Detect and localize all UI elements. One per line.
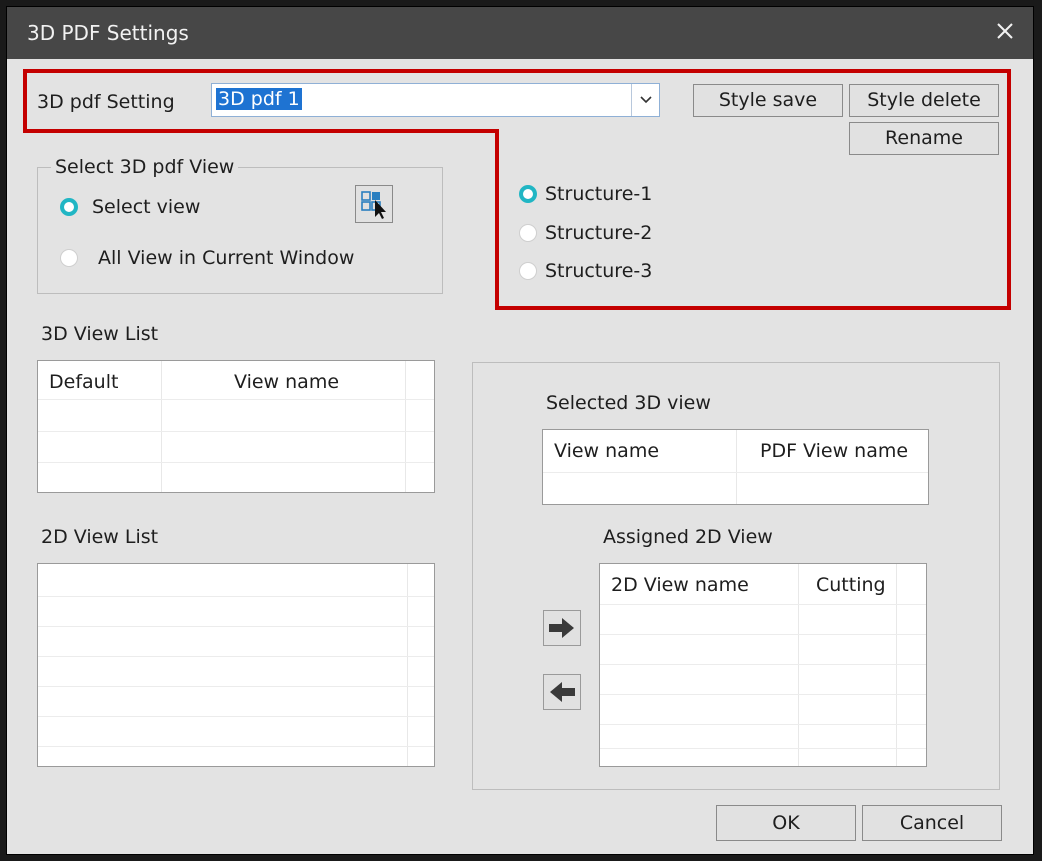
row-divider <box>38 462 434 463</box>
view3d-col-default[interactable]: Default <box>49 371 118 393</box>
row-divider <box>38 596 434 597</box>
arrow-right-icon <box>549 618 574 638</box>
ok-button[interactable]: OK <box>716 805 856 841</box>
col-divider <box>407 564 408 766</box>
row-divider <box>38 686 434 687</box>
row-divider <box>600 748 926 749</box>
highlight-outline <box>23 69 1011 310</box>
view2d-list-table[interactable] <box>37 563 435 767</box>
view3d-col-view-name[interactable]: View name <box>234 371 339 393</box>
selected-3d-col-pdf-view-name[interactable]: PDF View name <box>760 440 908 462</box>
assigned-2d-label: Assigned 2D View <box>603 526 773 548</box>
row-divider <box>600 634 926 635</box>
row-divider <box>600 694 926 695</box>
col-divider <box>798 564 799 766</box>
col-divider <box>161 361 162 492</box>
row-divider <box>543 472 928 473</box>
row-divider <box>38 656 434 657</box>
selected-3d-col-view-name[interactable]: View name <box>554 440 659 462</box>
selected-3d-table[interactable]: View name PDF View name <box>542 429 929 505</box>
assigned-2d-col-cutting[interactable]: Cutting <box>816 574 886 596</box>
arrow-left-icon <box>550 682 575 702</box>
assigned-2d-col-name[interactable]: 2D View name <box>611 574 749 596</box>
row-divider <box>38 626 434 627</box>
col-divider <box>736 430 737 504</box>
view3d-list-label: 3D View List <box>41 323 159 345</box>
assign-right-button[interactable] <box>543 610 581 646</box>
cancel-button[interactable]: Cancel <box>862 805 1002 841</box>
dialog-window: 3D PDF Settings 3D pdf Setting 3D pdf 1 … <box>6 6 1034 855</box>
row-divider <box>600 604 926 605</box>
row-divider <box>38 431 434 432</box>
view2d-list-label: 2D View List <box>41 526 159 548</box>
assigned-2d-table[interactable]: 2D View name Cutting <box>599 563 927 767</box>
row-divider <box>38 399 434 400</box>
col-divider <box>896 564 897 766</box>
view3d-list-table[interactable]: Default View name <box>37 360 435 493</box>
row-divider <box>600 664 926 665</box>
row-divider <box>600 724 926 725</box>
unassign-left-button[interactable] <box>543 674 581 710</box>
row-divider <box>38 716 434 717</box>
selected-3d-label: Selected 3D view <box>546 392 711 414</box>
col-divider <box>405 361 406 492</box>
row-divider <box>38 746 434 747</box>
